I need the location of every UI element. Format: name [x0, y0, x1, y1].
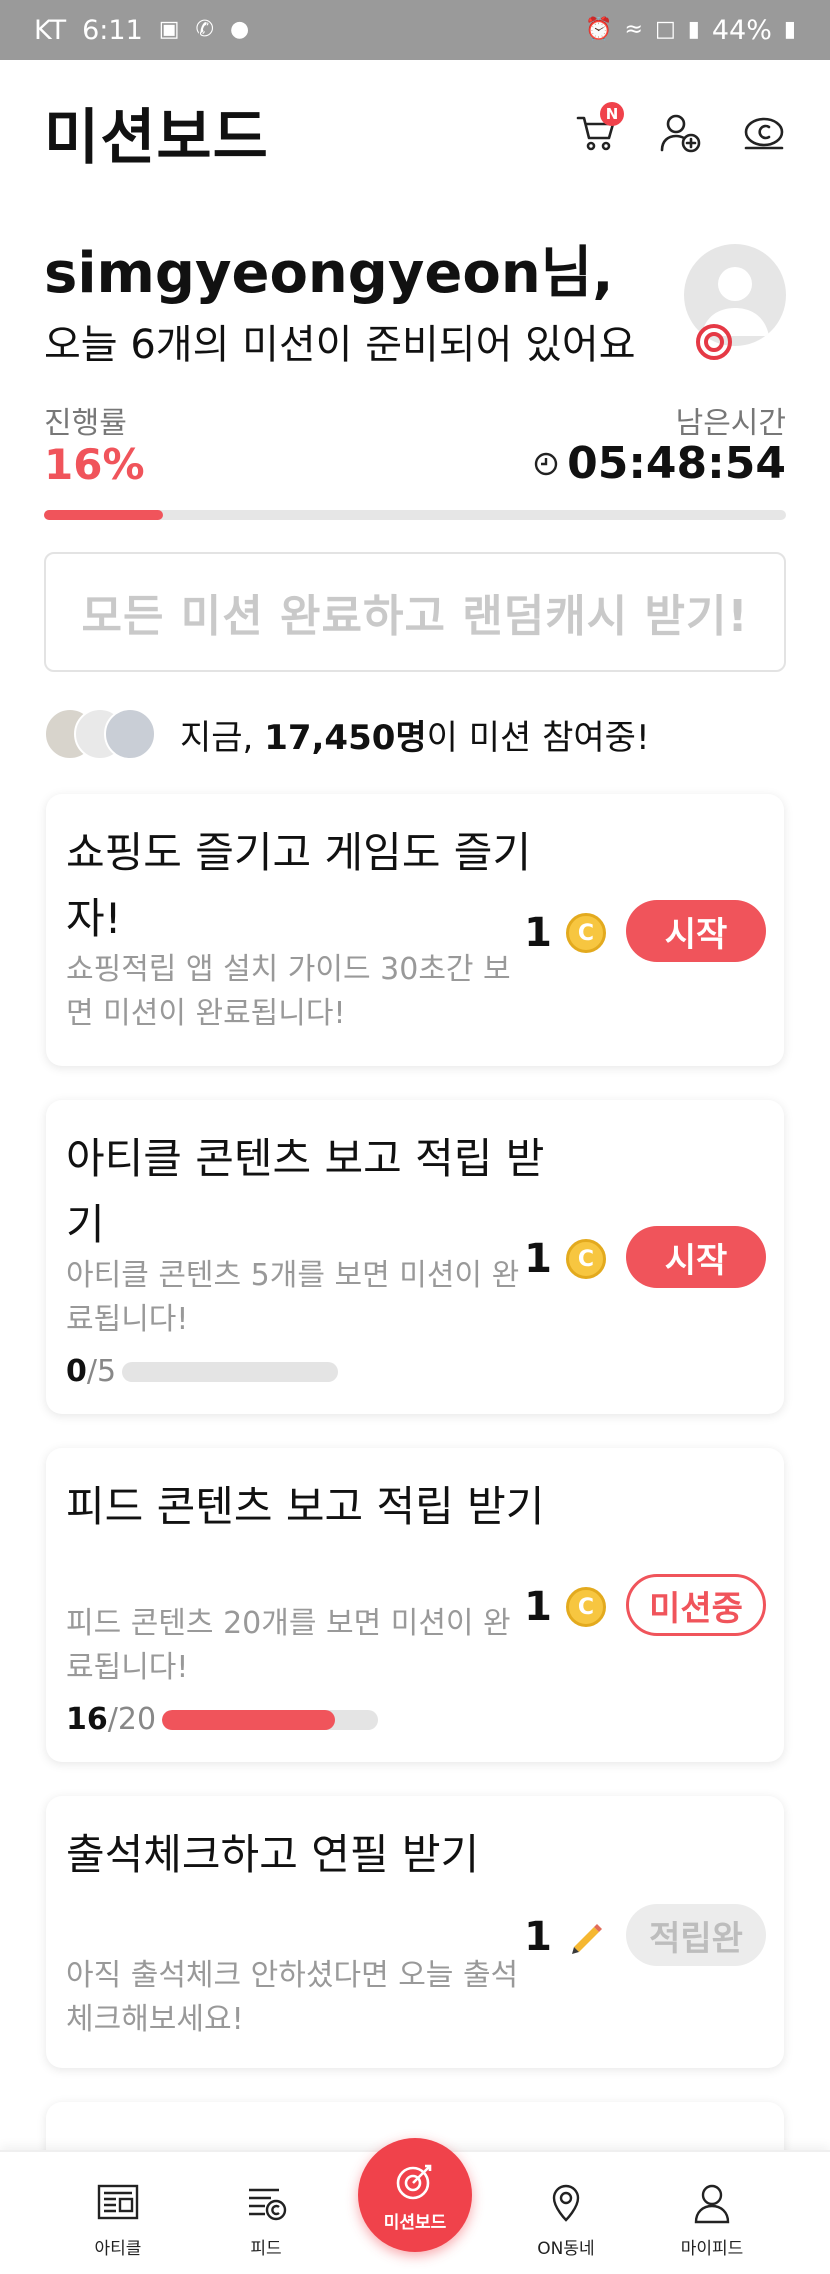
- participant-avatars: [44, 708, 174, 760]
- start-button[interactable]: 시작: [626, 1226, 766, 1288]
- new-badge: N: [600, 102, 624, 126]
- app-header: 미션보드 N: [44, 96, 786, 173]
- mission-card[interactable]: 피드 콘텐츠 보고 적립 받기 피드 콘텐츠 20개를 보면 미션이 완료됩니다…: [46, 1448, 784, 1762]
- mission-description: 피드 콘텐츠 20개를 보면 미션이 완료됩니다!: [66, 1606, 511, 1685]
- nav-feed[interactable]: 피드: [206, 2180, 326, 2259]
- user-greeting: simgyeongyeon님,: [44, 241, 614, 306]
- hd-icon: □: [654, 17, 676, 42]
- profile-icon: [694, 2184, 730, 2224]
- nav-label: 마이피드: [680, 2239, 744, 2259]
- mission-description: 아직 출석체크 안하셨다면 오늘 출석체크해보세요!: [66, 1958, 519, 2037]
- wifi-icon: ≈: [624, 17, 643, 42]
- random-cash-banner[interactable]: 모든 미션 완료하고 랜덤캐시 받기!: [44, 552, 786, 672]
- participants-row: 지금, 17,450명이 미션 참여중!: [44, 706, 650, 762]
- participants-count: 17,450명: [264, 717, 427, 758]
- talk-icon: ●: [229, 17, 250, 42]
- add-friend-icon: [660, 114, 701, 153]
- battery-level: 44%: [711, 14, 772, 46]
- progress-bar-fill: [44, 510, 163, 520]
- pencil-icon: [572, 1924, 602, 1954]
- nav-label: ON동네: [537, 2239, 595, 2259]
- alarm-icon: ⏰: [585, 17, 613, 42]
- coin-icon: C: [566, 1587, 606, 1627]
- nav-label: 아티클: [94, 2239, 142, 2259]
- nav-mission-board[interactable]: 미션보드: [358, 2138, 472, 2252]
- progress-label: 진행률: [44, 406, 127, 441]
- nav-article[interactable]: 아티클: [58, 2180, 178, 2259]
- progress-total: /20: [107, 1702, 157, 1737]
- reward-amount: 1: [524, 1236, 552, 1282]
- remaining-time: 05:48:54: [533, 438, 786, 489]
- progress-total: /5: [86, 1354, 117, 1389]
- mission-progress: 16/20: [66, 1702, 379, 1737]
- cart-button[interactable]: N: [574, 102, 624, 154]
- mission-reward: 1 C: [524, 1236, 606, 1282]
- location-pin-icon: [552, 2184, 580, 2222]
- nav-neighborhood[interactable]: ON동네: [506, 2180, 626, 2259]
- nav-label: 피드: [250, 2239, 282, 2259]
- reward-amount: 1: [524, 1914, 552, 1960]
- facebook-icon: ▣: [158, 17, 180, 42]
- mission-description: 아티클 콘텐츠 5개를 보면 미션이 완료됩니다!: [66, 1258, 520, 1337]
- feed-icon: [249, 2188, 287, 2221]
- progress-done: 0: [66, 1354, 87, 1389]
- cash-icon: [744, 117, 784, 150]
- participants-text: 지금, 17,450명이 미션 참여중!: [180, 710, 650, 759]
- mission-card[interactable]: 출석체크하고 연필 받기 아직 출석체크 안하셨다면 오늘 출석체크해보세요! …: [46, 1796, 784, 2068]
- mission-progress-bar: [162, 1709, 379, 1730]
- avatar: [104, 708, 156, 760]
- target-icon: [396, 2164, 432, 2199]
- reward-amount: 1: [524, 1584, 552, 1630]
- nav-label: 미션보드: [383, 2212, 447, 2233]
- mission-count-text: 오늘 6개의 미션이 준비되어 있어요: [44, 322, 636, 368]
- article-icon: [97, 2184, 139, 2220]
- mission-reward: 1 C: [524, 910, 606, 956]
- mission-progress-bar: [122, 1361, 339, 1382]
- remaining-label: 남은시간: [675, 406, 786, 441]
- mission-title: 쇼핑도 즐기고 게임도 즐기자!: [66, 828, 532, 943]
- remaining-time-value: 05:48:54: [567, 438, 786, 489]
- mission-progress: 0/5: [66, 1354, 339, 1389]
- clock-time: 6:11: [82, 14, 143, 46]
- coin-icon: C: [566, 1239, 606, 1279]
- nav-my-feed[interactable]: 마이피드: [652, 2180, 772, 2259]
- missed-call-icon: ✆: [195, 17, 214, 42]
- participants-prefix: 지금,: [180, 717, 265, 758]
- target-icon: [696, 324, 732, 360]
- start-button[interactable]: 시작: [626, 900, 766, 962]
- mission-title: 피드 콘텐츠 보고 적립 받기: [66, 1482, 545, 1531]
- clock-icon: [534, 452, 558, 475]
- coin-icon: C: [566, 913, 606, 953]
- mission-progress-fill: [162, 1709, 335, 1730]
- carrier-label: KT: [34, 14, 67, 46]
- signal-icon: ▮: [687, 17, 700, 42]
- completed-button[interactable]: 적립완: [626, 1904, 766, 1966]
- cash-button[interactable]: [742, 110, 786, 154]
- mission-reward: 1: [524, 1914, 606, 1960]
- mission-card[interactable]: 쇼핑도 즐기고 게임도 즐기자! 쇼핑적립 앱 설치 가이드 30초간 보면 미…: [46, 794, 784, 1066]
- progress-done: 16: [66, 1702, 108, 1737]
- battery-icon: ▮: [783, 17, 796, 42]
- mission-title: 출석체크하고 연필 받기: [66, 1830, 480, 1879]
- mission-reward: 1 C: [524, 1584, 606, 1630]
- mission-title: 아티클 콘텐츠 보고 적립 받기: [66, 1134, 545, 1249]
- mission-card[interactable]: 아티클 콘텐츠 보고 적립 받기 아티클 콘텐츠 5개를 보면 미션이 완료됩니…: [46, 1100, 784, 1414]
- progress-value: 16%: [44, 440, 145, 489]
- participants-suffix: 이 미션 참여중!: [426, 717, 650, 758]
- reward-amount: 1: [524, 910, 552, 956]
- status-bar: KT 6:11 ▣ ✆ ● ⏰ ≈ □ ▮ 44% ▮: [0, 0, 830, 60]
- in-progress-button[interactable]: 미션중: [626, 1574, 766, 1636]
- page-title: 미션보드: [44, 102, 269, 173]
- progress-bar: [44, 510, 786, 520]
- add-friend-button[interactable]: [658, 110, 702, 154]
- mission-description: 쇼핑적립 앱 설치 가이드 30초간 보면 미션이 완료됩니다!: [66, 952, 511, 1031]
